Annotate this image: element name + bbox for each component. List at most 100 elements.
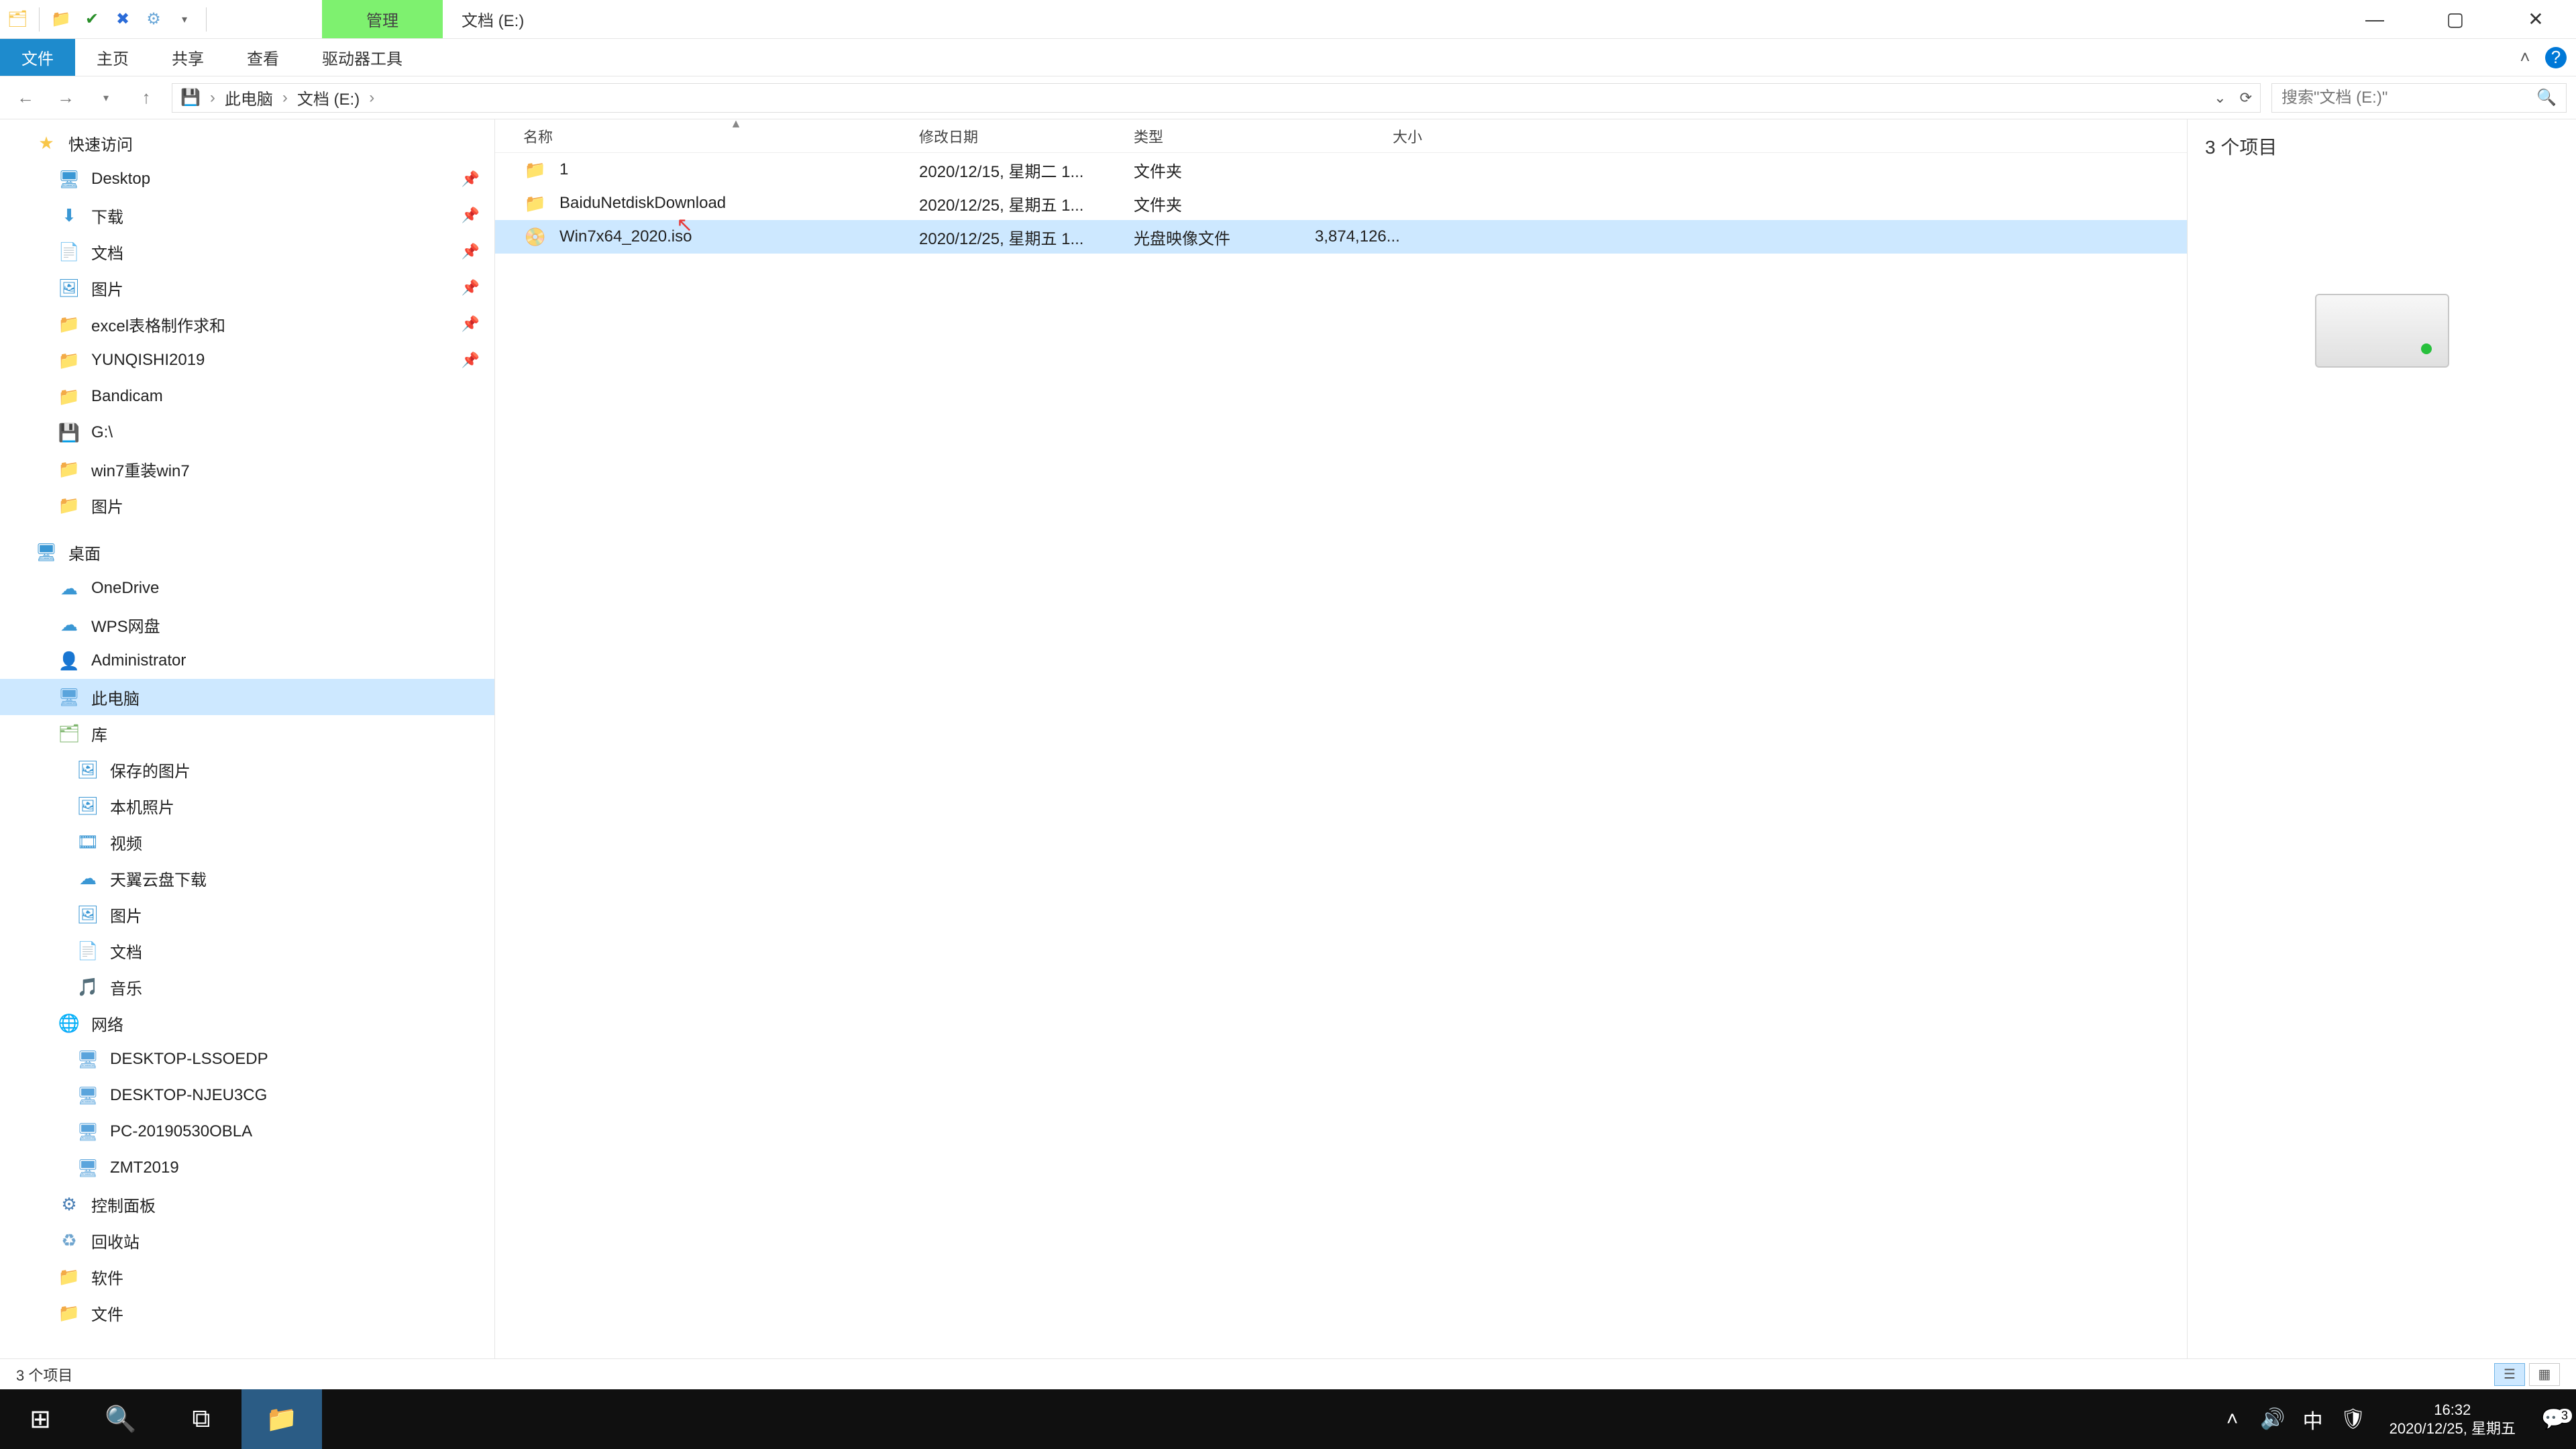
nav-item[interactable]: 🎞视频	[0, 824, 494, 860]
nav-item[interactable]: 👤Administrator	[0, 643, 494, 679]
security-icon[interactable]: 🛡	[2333, 1407, 2373, 1431]
nav-item[interactable]: ⚙控制面板	[0, 1186, 494, 1222]
address-bar[interactable]: 💾 › 此电脑 › 文档 (E:) › ⌄ ⟳	[172, 83, 2261, 113]
action-center-icon[interactable]: 💬3	[2532, 1407, 2576, 1431]
tab-home[interactable]: 主页	[75, 39, 150, 76]
nav-item[interactable]: 📄文档	[0, 932, 494, 969]
start-button[interactable]: ⊞	[0, 1389, 80, 1449]
taskbar[interactable]: ⊞ 🔍 ⧉ 📁 ˄ 🔊 中 🛡 16:32 2020/12/25, 星期五 💬3	[0, 1389, 2576, 1449]
pin-icon: 📌	[462, 243, 480, 260]
nav-item[interactable]: 🖼本机照片	[0, 788, 494, 824]
nav-item[interactable]: 🖼保存的图片	[0, 751, 494, 788]
nav-item[interactable]: ☁WPS网盘	[0, 606, 494, 643]
search-input[interactable]	[2282, 89, 2527, 107]
nav-item[interactable]: ☁OneDrive	[0, 570, 494, 606]
up-button[interactable]: ↑	[129, 83, 164, 113]
tab-view[interactable]: 查看	[225, 39, 301, 76]
notif-badge: 3	[2557, 1409, 2572, 1423]
nav-item[interactable]: 🖥Desktop📌	[0, 161, 494, 197]
file-row-selected[interactable]: 📀Win7x64_2020.iso 2020/12/25, 星期五 1... 光…	[495, 220, 2187, 254]
folder-icon[interactable]: 📁	[50, 9, 72, 30]
nav-item[interactable]: 🎵音乐	[0, 969, 494, 1005]
breadcrumb[interactable]: 此电脑	[225, 86, 273, 109]
tab-drive-tools[interactable]: 驱动器工具	[301, 39, 424, 76]
minimize-button[interactable]: —	[2334, 0, 2415, 38]
folder-icon: 📁	[523, 191, 547, 215]
nav-item[interactable]: ☁天翼云盘下载	[0, 860, 494, 896]
user-icon: 👤	[56, 648, 82, 674]
file-row[interactable]: 📁BaiduNetdiskDownload 2020/12/25, 星期五 1.…	[495, 186, 2187, 220]
folder-icon: 📁	[56, 1300, 82, 1326]
taskbar-clock[interactable]: 16:32 2020/12/25, 星期五	[2373, 1401, 2532, 1438]
task-view-button[interactable]: ⧉	[161, 1389, 241, 1449]
close-button[interactable]: ✕	[2496, 0, 2576, 38]
qat-dropdown-icon[interactable]: ▾	[174, 9, 195, 30]
tab-file[interactable]: 文件	[0, 39, 75, 76]
nav-item[interactable]: 📁win7重装win7	[0, 451, 494, 487]
drive-icon: 💾	[56, 420, 82, 445]
task-explorer-button[interactable]: 📁	[241, 1389, 322, 1449]
col-size[interactable]: 大小	[1315, 125, 1422, 147]
search-icon[interactable]: 🔍	[2536, 88, 2557, 107]
column-headers[interactable]: 名称▲ 修改日期 类型 大小	[495, 119, 2187, 153]
volume-icon[interactable]: 🔊	[2253, 1407, 2293, 1431]
pc-icon: 🖥	[75, 1155, 101, 1181]
desktop-icon: 🖥	[34, 539, 59, 565]
clock-time: 16:32	[2434, 1401, 2471, 1419]
nav-item[interactable]: 💾G:\	[0, 415, 494, 451]
ime-indicator[interactable]: 中	[2293, 1405, 2333, 1434]
recent-dropdown[interactable]: ▾	[89, 83, 123, 113]
nav-item[interactable]: 📁图片	[0, 487, 494, 523]
gear-icon[interactable]: ⚙	[143, 9, 164, 30]
file-row[interactable]: 📁1 2020/12/15, 星期二 1... 文件夹	[495, 153, 2187, 186]
address-dropdown-icon[interactable]: ⌄	[2214, 89, 2226, 107]
forward-button[interactable]: →	[48, 83, 83, 113]
pin-icon: 📌	[462, 315, 480, 333]
col-name[interactable]: 名称▲	[523, 125, 919, 147]
nav-item[interactable]: 🖥DESKTOP-NJEU3CG	[0, 1077, 494, 1114]
nav-item[interactable]: ♻回收站	[0, 1222, 494, 1258]
cloud-icon: ☁	[75, 865, 101, 891]
nav-item[interactable]: 📁软件	[0, 1258, 494, 1295]
cursor-icon: ↖	[676, 213, 693, 237]
star-icon: ★	[34, 130, 59, 156]
back-button[interactable]: ←	[8, 83, 43, 113]
view-large-button[interactable]: ▦	[2529, 1363, 2560, 1386]
cancel-icon[interactable]: ✖	[112, 9, 133, 30]
nav-item[interactable]: 🖼图片	[0, 896, 494, 932]
help-icon[interactable]: ?	[2545, 47, 2567, 68]
maximize-button[interactable]: ▢	[2415, 0, 2496, 38]
check-icon[interactable]: ✔	[81, 9, 103, 30]
nav-item[interactable]: 🖥ZMT2019	[0, 1150, 494, 1186]
iso-file-icon: 📀	[523, 225, 547, 249]
refresh-icon[interactable]: ⟳	[2240, 89, 2252, 107]
nav-item[interactable]: 📁excel表格制作求和📌	[0, 306, 494, 342]
music-icon: 🎵	[75, 974, 101, 1000]
ribbon-collapse-icon[interactable]: ˄	[2514, 47, 2536, 68]
nav-item[interactable]: 🖼图片📌	[0, 270, 494, 306]
nav-item[interactable]: 📁文件	[0, 1295, 494, 1331]
file-rows: 📁1 2020/12/15, 星期二 1... 文件夹 📁BaiduNetdis…	[495, 153, 2187, 1358]
nav-quick-access[interactable]: ★快速访问	[0, 125, 494, 161]
nav-item-network[interactable]: 🌐网络	[0, 1005, 494, 1041]
nav-item-libraries[interactable]: 🗂库	[0, 715, 494, 751]
nav-item[interactable]: 🖥DESKTOP-LSSOEDP	[0, 1041, 494, 1077]
col-type[interactable]: 类型	[1134, 125, 1315, 147]
context-tab-manage[interactable]: 管理	[322, 0, 443, 38]
view-details-button[interactable]: ☰	[2494, 1363, 2525, 1386]
col-date[interactable]: 修改日期	[919, 125, 1134, 147]
task-search-button[interactable]: 🔍	[80, 1389, 161, 1449]
tray-chevron-icon[interactable]: ˄	[2212, 1408, 2253, 1431]
nav-item[interactable]: 📁YUNQISHI2019📌	[0, 342, 494, 378]
nav-item[interactable]: 📁Bandicam	[0, 378, 494, 415]
nav-item[interactable]: 🖥PC-20190530OBLA	[0, 1114, 494, 1150]
search-box[interactable]: 🔍	[2271, 83, 2567, 113]
nav-item[interactable]: 📄文档📌	[0, 233, 494, 270]
nav-item[interactable]: ⬇下载📌	[0, 197, 494, 233]
breadcrumb[interactable]: 文档 (E:)	[297, 86, 360, 109]
nav-desktop[interactable]: 🖥桌面	[0, 534, 494, 570]
nav-item-this-pc[interactable]: 🖥此电脑	[0, 679, 494, 715]
tab-share[interactable]: 共享	[150, 39, 225, 76]
status-bar: 3 个项目 ☰ ▦	[0, 1358, 2576, 1389]
nav-tree[interactable]: ★快速访问 🖥Desktop📌 ⬇下载📌 📄文档📌 🖼图片📌 📁excel表格制…	[0, 119, 495, 1358]
